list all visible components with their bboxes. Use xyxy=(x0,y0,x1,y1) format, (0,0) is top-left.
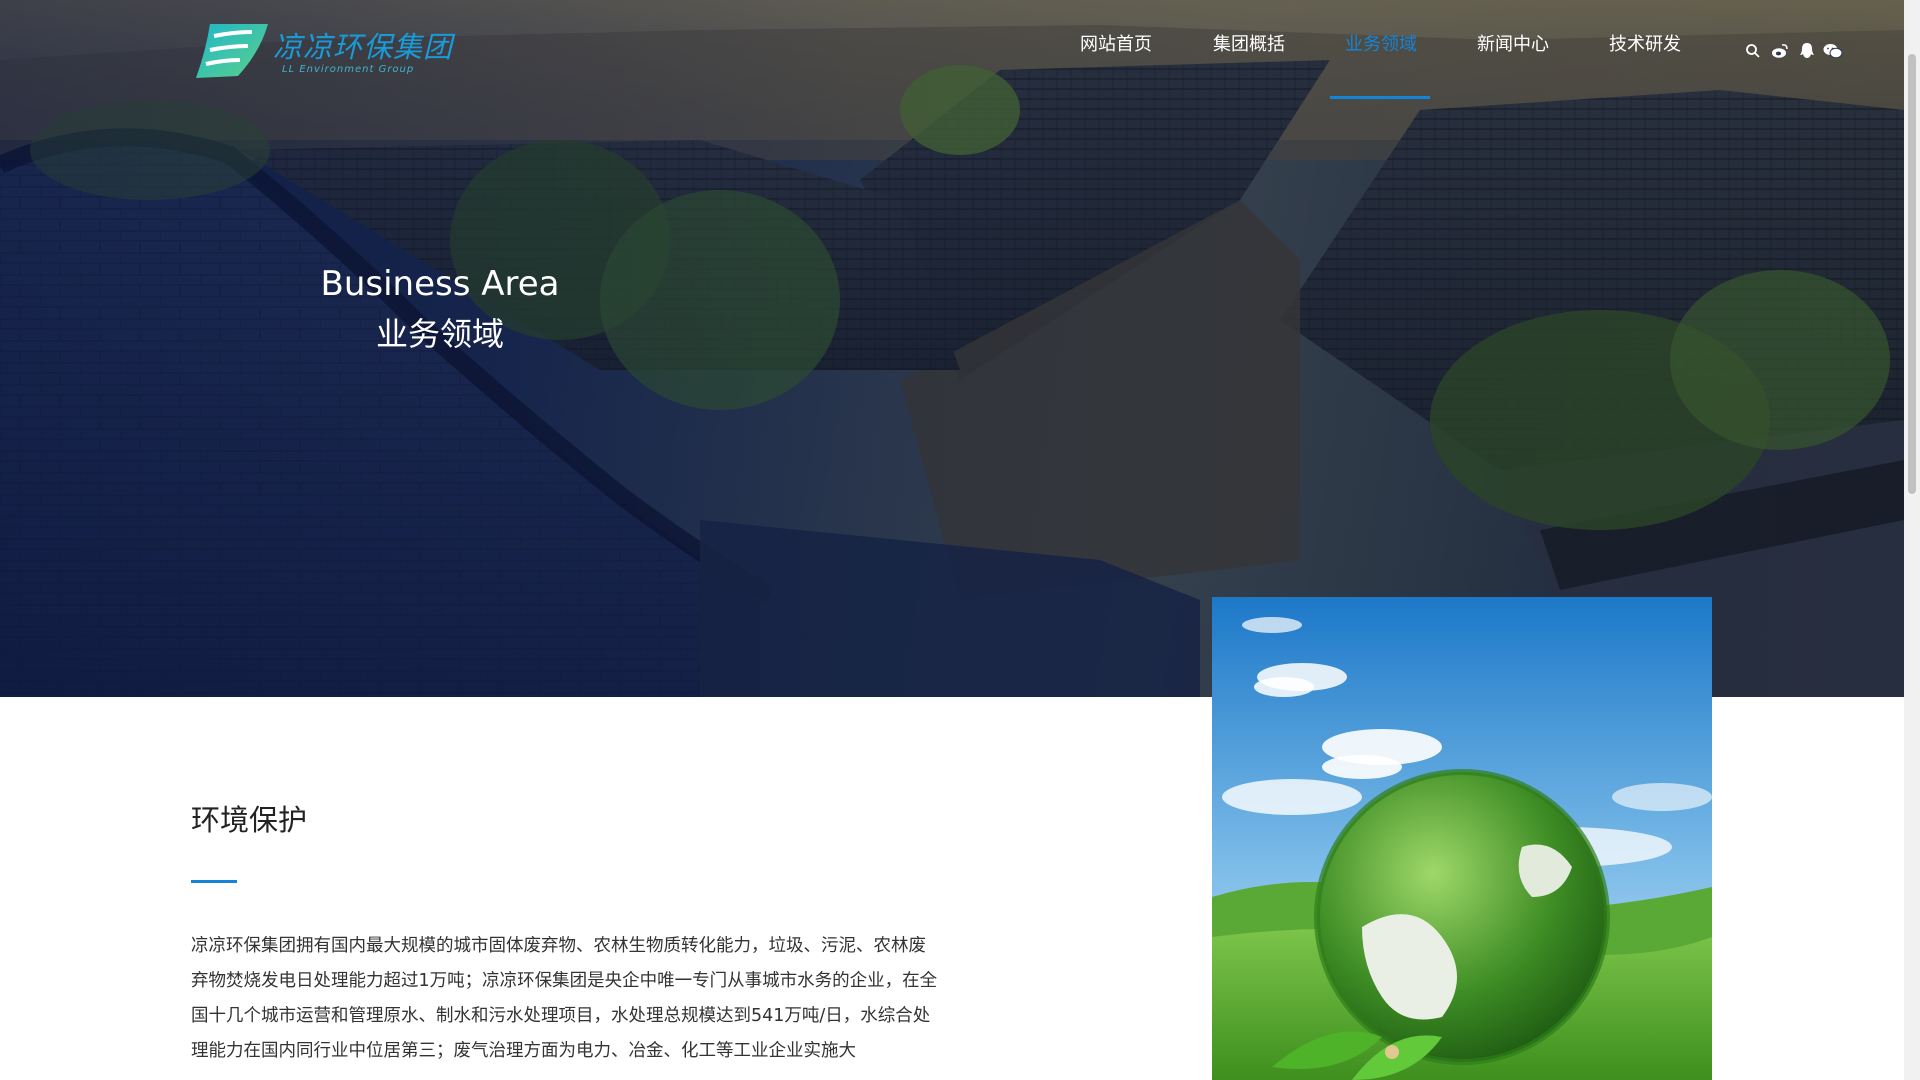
qq-icon[interactable] xyxy=(1797,41,1817,61)
weibo-icon[interactable] xyxy=(1770,41,1790,61)
page-scrollbar[interactable] xyxy=(1904,0,1920,1080)
nav-item-business-area[interactable]: 业务领域 xyxy=(1345,30,1417,56)
banner-title-zh: 业务领域 xyxy=(375,315,504,353)
scrollbar-thumb[interactable] xyxy=(1908,54,1916,494)
nav-item-news-center[interactable]: 新闻中心 xyxy=(1477,30,1549,56)
nav-item-tech-rd[interactable]: 技术研发 xyxy=(1609,30,1681,56)
feature-image-green-globe xyxy=(1212,597,1712,1080)
banner-title: Business Area 业务领域 xyxy=(300,262,580,362)
hero-overlay xyxy=(0,0,1904,697)
site-header: 凉凉环保集团 LL Environment Group 网站首页 集团概括 业务… xyxy=(0,0,1904,100)
section-title: 环境保护 xyxy=(191,803,308,837)
logo-subtitle: LL Environment Group xyxy=(282,64,415,75)
wechat-icon[interactable] xyxy=(1823,41,1843,61)
section-title-underline xyxy=(191,880,237,883)
logo-leaf-icon xyxy=(196,24,268,78)
section-description: 凉凉环保集团拥有国内最大规模的城市固体废弃物、农林生物质转化能力，垃圾、污泥、农… xyxy=(191,936,938,1061)
search-icon[interactable] xyxy=(1743,41,1763,61)
hero-banner xyxy=(0,0,1904,697)
nav-item-group-overview[interactable]: 集团概括 xyxy=(1213,30,1285,56)
logo-name: 凉凉环保集团 xyxy=(273,30,454,64)
banner-title-en: Business Area xyxy=(320,264,560,304)
nav-active-indicator xyxy=(1330,96,1430,99)
nav-item-home[interactable]: 网站首页 xyxy=(1080,30,1152,56)
logo[interactable]: 凉凉环保集团 LL Environment Group xyxy=(190,22,452,82)
